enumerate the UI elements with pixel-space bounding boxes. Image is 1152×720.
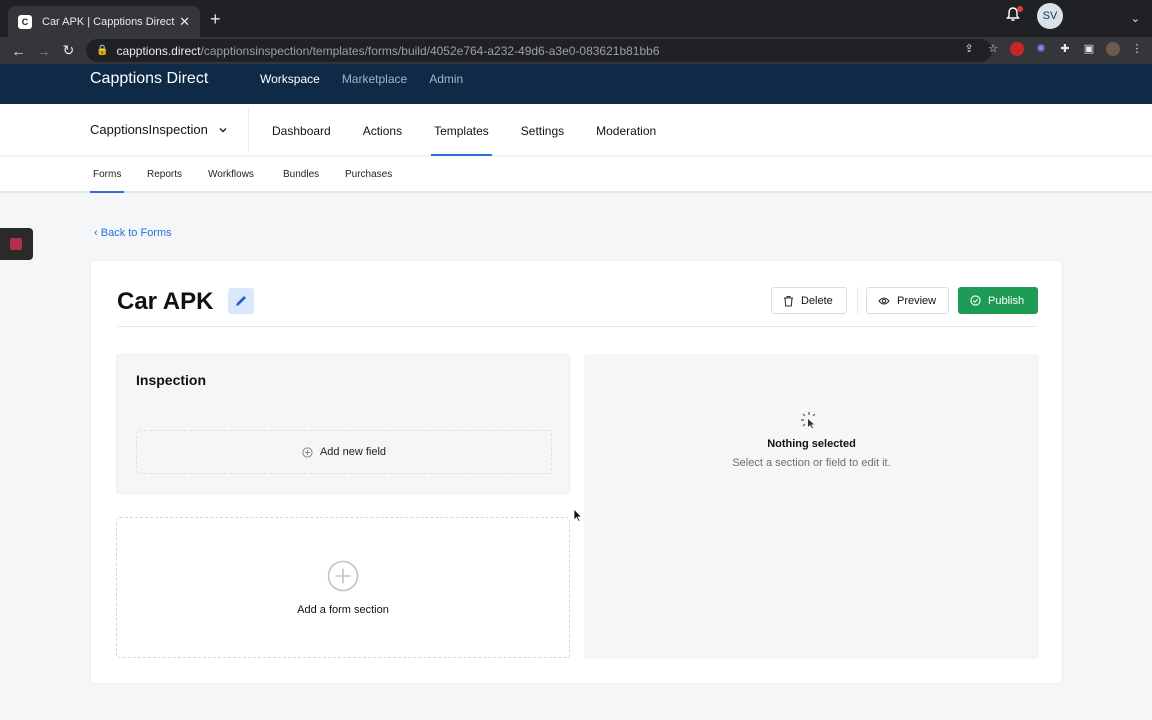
extension-gear-icon[interactable]: ✺ <box>1034 42 1048 56</box>
app-header: Capptions Direct Workspace Marketplace A… <box>0 64 1152 104</box>
nav-settings[interactable]: Settings <box>521 104 564 156</box>
browser-menu-icon[interactable]: ⋮ <box>1130 42 1144 56</box>
subnav-reports[interactable]: Reports <box>147 169 182 180</box>
stop-icon <box>10 238 22 250</box>
tab-title: Car APK | Capptions Direct <box>42 15 175 28</box>
extensions-puzzle-icon[interactable]: ✚ <box>1058 42 1072 56</box>
recording-widget[interactable] <box>0 228 33 260</box>
mouse-cursor-icon <box>573 508 583 522</box>
side-panel-icon[interactable]: ▣ <box>1082 42 1096 56</box>
back-arrow-icon[interactable]: ← <box>6 43 31 59</box>
preview-button[interactable]: Preview <box>866 287 949 314</box>
top-nav-workspace[interactable]: Workspace <box>260 72 320 86</box>
plus-circle-icon <box>302 446 313 458</box>
back-to-forms-link[interactable]: ‹ Back to Forms <box>94 227 172 239</box>
empty-state-title: Nothing selected <box>767 438 856 450</box>
pencil-icon <box>236 296 246 306</box>
publish-label: Publish <box>988 294 1025 307</box>
new-tab-icon[interactable]: + <box>210 10 221 28</box>
add-form-section-button[interactable]: Add a form section <box>116 517 570 658</box>
section-nav: Dashboard Actions Templates Settings Mod… <box>272 104 688 156</box>
top-nav-admin[interactable]: Admin <box>429 72 463 86</box>
subnav-purchases[interactable]: Purchases <box>345 169 392 180</box>
workspace-name: CapptionsInspection <box>90 122 208 137</box>
chevron-down-icon <box>219 127 227 132</box>
form-section[interactable]: Inspection Add new field <box>116 354 570 494</box>
check-circle-icon <box>970 295 981 306</box>
browser-toolbar: ← → ↻ 🔒 capptions.direct/capptionsinspec… <box>0 37 1152 64</box>
form-builder-card: Car APK Delete Preview Publish Inspectio… <box>90 260 1063 684</box>
eye-icon <box>878 296 890 305</box>
preview-label: Preview <box>897 294 937 307</box>
workspace-switcher[interactable]: CapptionsInspection <box>90 122 228 137</box>
user-avatar[interactable]: SV <box>1037 3 1063 29</box>
section-title: Inspection <box>136 372 207 388</box>
add-field-label: Add new field <box>319 446 387 458</box>
sub-nav: Forms Reports Workflows Bundles Purchase… <box>0 157 1152 193</box>
reload-icon[interactable]: ↻ <box>56 42 81 59</box>
add-new-field-button[interactable]: Add new field <box>136 430 552 474</box>
bookmark-star-icon[interactable]: ☆ <box>986 42 1000 56</box>
notification-dot <box>1017 6 1023 12</box>
form-title: Car APK <box>117 288 214 315</box>
subnav-workflows[interactable]: Workflows <box>208 169 254 180</box>
chevron-left-icon: ‹ <box>94 227 98 239</box>
extension-red-icon[interactable] <box>1010 42 1024 56</box>
browser-tab[interactable]: C Car APK | Capptions Direct ✕ <box>8 6 200 37</box>
properties-panel: Nothing selected Select a section or fie… <box>584 354 1039 659</box>
tab-close-icon[interactable]: ✕ <box>179 14 190 30</box>
divider <box>248 108 249 152</box>
profile-avatar-icon[interactable] <box>1106 42 1120 56</box>
empty-state-subtitle: Select a section or field to edit it. <box>732 457 891 469</box>
nav-moderation[interactable]: Moderation <box>596 104 656 156</box>
subnav-forms[interactable]: Forms <box>89 169 125 193</box>
plus-circle-icon <box>327 560 359 592</box>
url-text: capptions.direct/capptionsinspection/tem… <box>116 43 660 58</box>
top-nav: Workspace Marketplace Admin <box>260 72 463 86</box>
publish-button[interactable]: Publish <box>958 287 1038 314</box>
section-header: CapptionsInspection Dashboard Actions Te… <box>0 104 1152 156</box>
edit-title-button[interactable] <box>228 288 254 314</box>
browser-tab-bar: C Car APK | Capptions Direct ✕ + ⌄ <box>0 0 1152 37</box>
share-icon[interactable]: ⇪ <box>962 42 976 56</box>
divider <box>857 287 858 314</box>
cursor-click-icon <box>801 412 816 428</box>
nav-actions[interactable]: Actions <box>363 104 402 156</box>
delete-button[interactable]: Delete <box>771 287 847 314</box>
capptions-favicon-icon: C <box>18 14 32 29</box>
subnav-bundles[interactable]: Bundles <box>283 169 319 180</box>
add-section-label: Add a form section <box>297 604 389 616</box>
address-bar[interactable]: 🔒 capptions.direct/capptionsinspection/t… <box>86 39 992 62</box>
tab-search-chevron-icon[interactable]: ⌄ <box>1131 12 1140 25</box>
top-nav-marketplace[interactable]: Marketplace <box>342 72 407 86</box>
trash-icon <box>784 295 793 307</box>
brand-name[interactable]: Capptions Direct <box>90 70 208 88</box>
forward-arrow-icon[interactable]: → <box>31 43 56 59</box>
lock-icon: 🔒 <box>96 45 109 56</box>
delete-label: Delete <box>801 294 833 307</box>
nav-dashboard[interactable]: Dashboard <box>272 104 331 156</box>
nav-templates[interactable]: Templates <box>431 104 492 156</box>
divider <box>117 326 1036 327</box>
